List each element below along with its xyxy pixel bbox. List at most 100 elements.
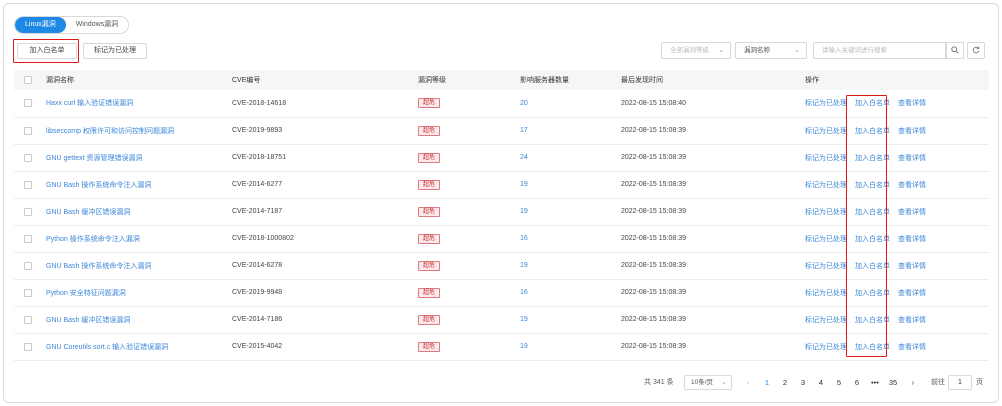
row-checkbox[interactable] (24, 342, 32, 351)
page-number-button[interactable]: 4 (814, 376, 828, 390)
vuln-name-link[interactable]: GNU Bash 操作系统命令注入漏洞 (42, 171, 228, 198)
page-ellipsis[interactable]: ••• (868, 376, 882, 390)
row-checkbox[interactable] (24, 180, 32, 189)
row-checkbox[interactable] (24, 315, 32, 324)
mark-handled-button[interactable]: 标记为已处理 (83, 43, 147, 59)
row-select (14, 90, 42, 117)
actions-cell: 标记为已处理 加入白名单 查看详情 (801, 198, 989, 225)
row-checkbox[interactable] (24, 99, 32, 108)
row-checkbox[interactable] (24, 234, 32, 243)
row-checkbox[interactable] (24, 126, 32, 135)
severity-badge: 超危 (418, 341, 441, 352)
server-count-link[interactable]: 16 (516, 225, 617, 252)
cve-id: CVE-2014-7187 (232, 208, 283, 215)
view-details-link[interactable]: 查看详情 (898, 182, 926, 189)
actions-cell: 标记为已处理 加入白名单 查看详情 (801, 117, 989, 144)
refresh-button[interactable] (967, 42, 985, 59)
view-details-link[interactable]: 查看详情 (898, 128, 926, 135)
mark-handled-link[interactable]: 标记为已处理 (805, 317, 847, 324)
row-checkbox[interactable] (24, 153, 32, 162)
table-row[interactable]: GNU Bash 操作系统命令注入漏洞 CVE-2014-6277 超危 19 2022… (14, 171, 989, 198)
view-details-link[interactable]: 查看详情 (898, 209, 926, 216)
table-row[interactable]: GNU gettext 资源管理错误漏洞 CVE-2018-18751 超危 24 20… (14, 144, 989, 171)
view-details-link[interactable]: 查看详情 (898, 263, 926, 270)
table-row[interactable]: libseccomp 权限许可和访问控制问题漏洞 CVE-2019-9893 超危 1… (14, 117, 989, 144)
actions-cell: 标记为已处理 加入白名单 查看详情 (801, 144, 989, 171)
page-number-button[interactable]: 6 (850, 376, 864, 390)
last-found-time: 2022-08-15 15:08:39 (621, 289, 686, 296)
table-row[interactable]: GNU Bash 缓冲区错误漏洞 CVE-2014-7187 超危 19 2022-08… (14, 198, 989, 225)
select-all-checkbox[interactable] (24, 76, 32, 84)
server-count-link[interactable]: 19 (516, 198, 617, 225)
server-count-link[interactable]: 24 (516, 144, 617, 171)
mark-handled-link[interactable]: 标记为已处理 (805, 344, 847, 351)
mark-handled-link[interactable]: 标记为已处理 (805, 155, 847, 162)
row-checkbox[interactable] (24, 207, 32, 216)
search-field-select[interactable]: 漏洞名称 ⌄ (735, 42, 807, 59)
vuln-name-link[interactable]: GNU gettext 资源管理错误漏洞 (42, 144, 228, 171)
header-cve: CVE编号 (232, 77, 261, 84)
mark-handled-link[interactable]: 标记为已处理 (805, 290, 847, 297)
actions-cell: 标记为已处理 加入白名单 查看详情 (801, 90, 989, 117)
view-details-link[interactable]: 查看详情 (898, 236, 926, 243)
goto-suffix: 页 (976, 379, 983, 386)
server-count-link[interactable]: 19 (516, 252, 617, 279)
view-details-link[interactable]: 查看详情 (898, 100, 926, 107)
goto-page-input[interactable]: 1 (948, 375, 972, 390)
vuln-name-link[interactable]: GNU Bash 操作系统命令注入漏洞 (42, 252, 228, 279)
row-checkbox[interactable] (24, 261, 32, 270)
vuln-name-link[interactable]: Python 安全特征问题漏洞 (42, 279, 228, 306)
vuln-name-link[interactable]: libseccomp 权限许可和访问控制问题漏洞 (42, 117, 228, 144)
table-row[interactable]: GNU Bash 操作系统命令注入漏洞 CVE-2014-6278 超危 19 2022… (14, 252, 989, 279)
vuln-name-link[interactable]: Haxx curl 输入验证错误漏洞 (42, 90, 228, 117)
row-select (14, 171, 42, 198)
page-number-button[interactable]: 2 (778, 376, 792, 390)
search-input[interactable] (813, 42, 946, 59)
page-number-button[interactable]: 35 (886, 376, 900, 390)
page-number-button[interactable]: 5 (832, 376, 846, 390)
server-count-link[interactable]: 20 (516, 90, 617, 117)
mark-handled-link[interactable]: 标记为已处理 (805, 263, 847, 270)
server-count-link[interactable]: 19 (516, 333, 617, 360)
table-row[interactable]: GNU Bash 缓冲区错误漏洞 CVE-2014-7186 超危 19 2022-08… (14, 306, 989, 333)
last-found-time: 2022-08-15 15:08:39 (621, 181, 686, 188)
row-select (14, 333, 42, 360)
mark-handled-link[interactable]: 标记为已处理 (805, 128, 847, 135)
mark-handled-link[interactable]: 标记为已处理 (805, 236, 847, 243)
mark-handled-link[interactable]: 标记为已处理 (805, 182, 847, 189)
tab-windows[interactable]: Windows漏洞 (65, 17, 129, 33)
level-cell: 超危 (414, 333, 516, 360)
view-details-link[interactable]: 查看详情 (898, 344, 926, 351)
vuln-name-link[interactable]: GNU Bash 缓冲区错误漏洞 (42, 198, 228, 225)
tab-linux[interactable]: Linux漏洞 (15, 17, 66, 33)
table-row[interactable]: Python 安全特征问题漏洞 CVE-2019-9948 超危 16 2022-08-… (14, 279, 989, 306)
cve-id: CVE-2014-6278 (232, 262, 283, 269)
table-row[interactable]: Python 操作系统命令注入漏洞 CVE-2018-1000802 超危 16 202… (14, 225, 989, 252)
vuln-name-link[interactable]: GNU Coreutils sort.c 输入验证错误漏洞 (42, 333, 228, 360)
search-button[interactable] (946, 42, 964, 59)
server-count-link[interactable]: 19 (516, 171, 617, 198)
vuln-name-link[interactable]: Python 操作系统命令注入漏洞 (42, 225, 228, 252)
page-number-button[interactable]: 3 (796, 376, 810, 390)
cve-id: CVE-2014-7186 (232, 316, 283, 323)
row-select (14, 306, 42, 333)
last-found-time: 2022-08-15 15:08:39 (621, 262, 686, 269)
level-filter-select[interactable]: 全部漏洞等级 ⌄ (661, 42, 731, 59)
next-page-button[interactable]: › (906, 376, 920, 390)
server-count-link[interactable]: 16 (516, 279, 617, 306)
mark-handled-link[interactable]: 标记为已处理 (805, 100, 847, 107)
vuln-name-link[interactable]: GNU Bash 缓冲区错误漏洞 (42, 306, 228, 333)
server-count-link[interactable]: 19 (516, 306, 617, 333)
table-row[interactable]: Haxx curl 输入验证错误漏洞 CVE-2018-14618 超危 20 2022… (14, 90, 989, 117)
table-row[interactable]: GNU Coreutils sort.c 输入验证错误漏洞 CVE-2015-40… (14, 333, 989, 360)
mark-handled-link[interactable]: 标记为已处理 (805, 209, 847, 216)
row-checkbox[interactable] (24, 288, 32, 297)
view-details-link[interactable]: 查看详情 (898, 290, 926, 297)
page-size-select[interactable]: 10条/页 ⌄ (684, 375, 732, 390)
view-details-link[interactable]: 查看详情 (898, 155, 926, 162)
level-cell: 超危 (414, 252, 516, 279)
page-number-button[interactable]: 1 (760, 376, 774, 390)
view-details-link[interactable]: 查看详情 (898, 317, 926, 324)
prev-page-button[interactable]: ‹ (741, 376, 755, 390)
server-count-link[interactable]: 17 (516, 117, 617, 144)
